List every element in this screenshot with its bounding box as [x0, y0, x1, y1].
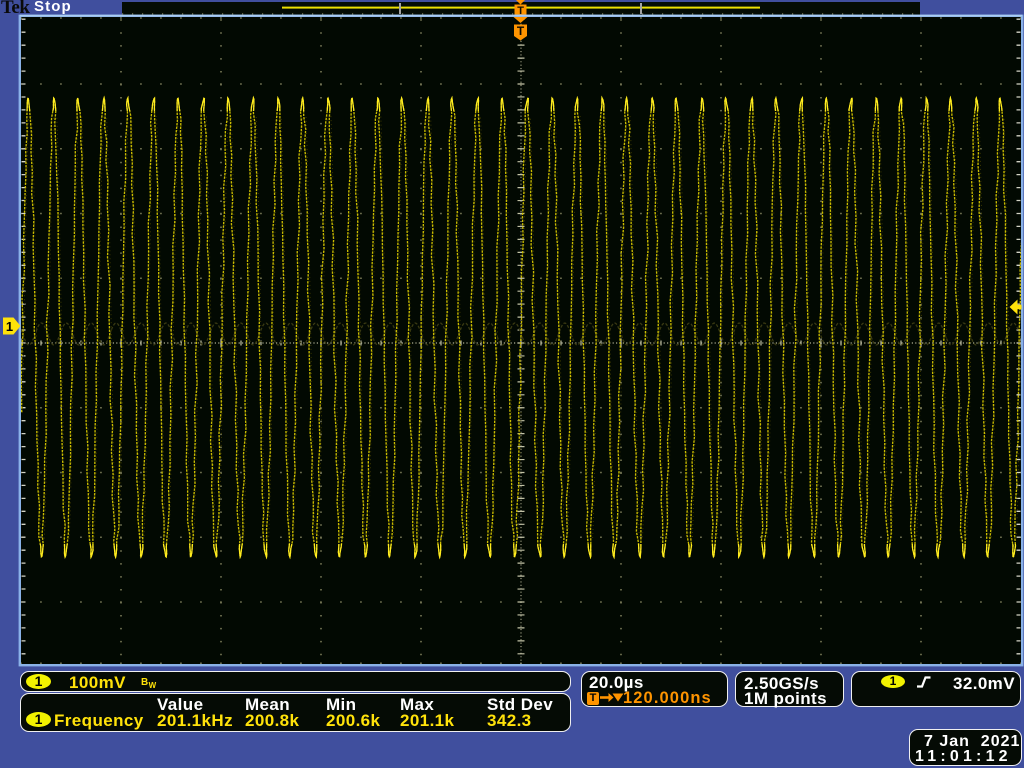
svg-text:T: T [517, 24, 525, 38]
svg-text:1: 1 [6, 319, 13, 334]
